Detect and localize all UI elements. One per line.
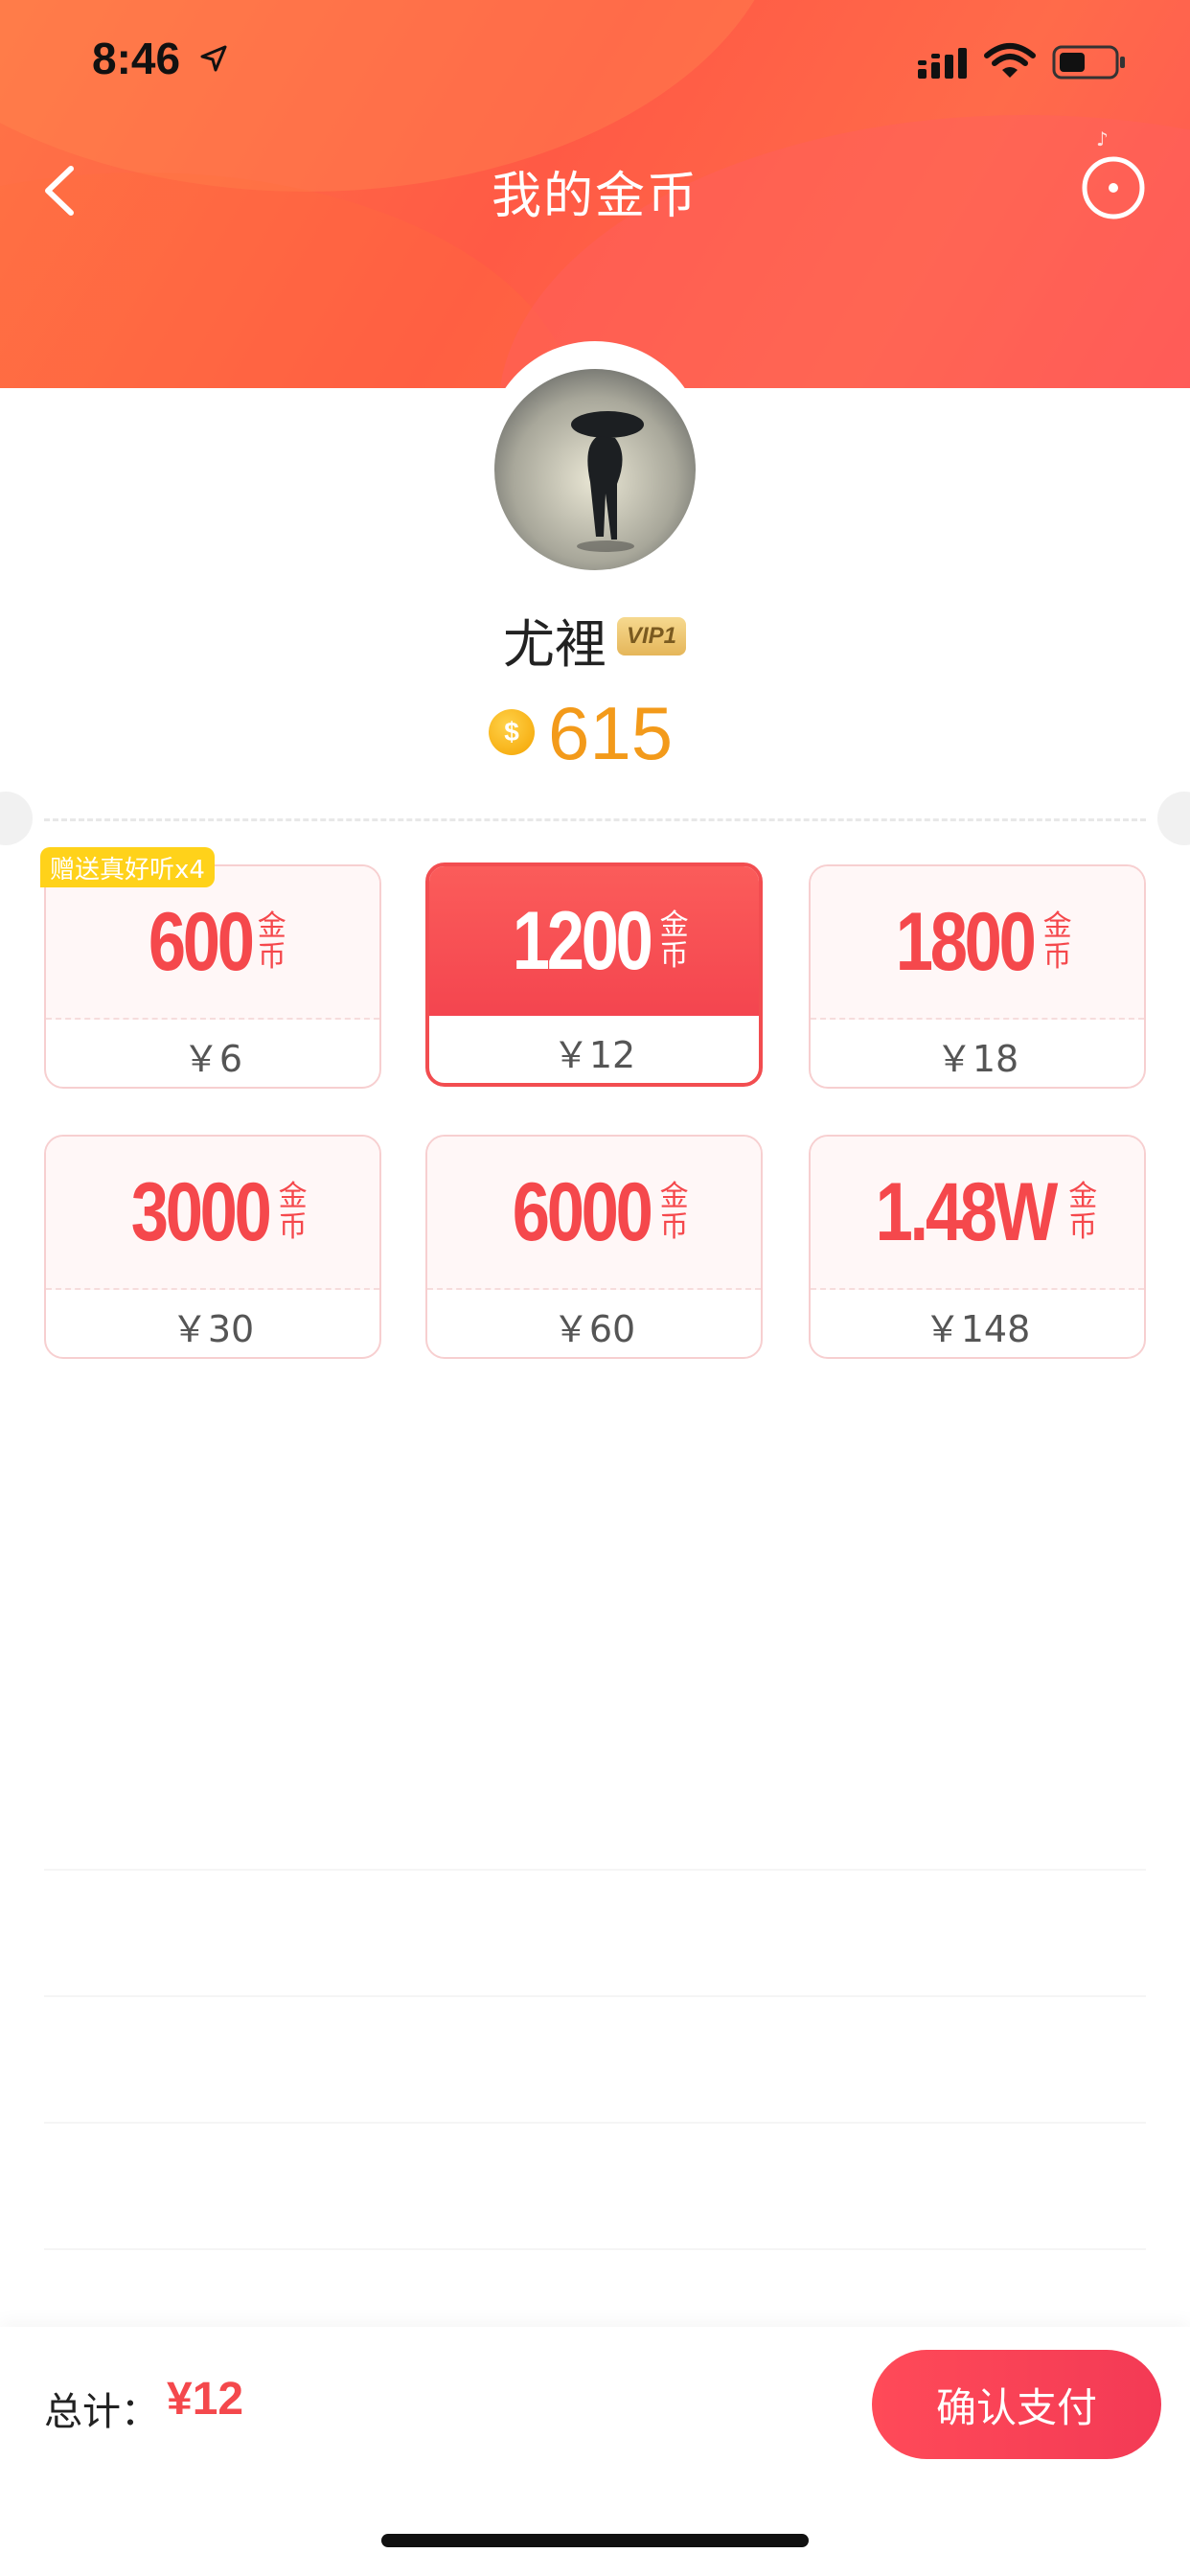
package-amount: 1.48W	[875, 1165, 1058, 1258]
package-price: ￥30	[171, 1307, 255, 1350]
package-amount-area: 600 金币	[46, 866, 379, 1020]
package-price: ￥12	[552, 1033, 636, 1076]
ticket-notch-right	[1157, 792, 1190, 845]
package-card-14800[interactable]: 1.48W 金币 ￥148	[809, 1135, 1146, 1359]
package-price: ￥6	[182, 1037, 243, 1080]
package-amount: 6000	[513, 1165, 653, 1258]
package-price: ￥60	[552, 1307, 636, 1350]
separator-line	[44, 2122, 1146, 2124]
gift-tag: 赠送真好听x4	[40, 847, 215, 887]
coin-balance: 615	[548, 691, 674, 775]
package-unit: 金币	[659, 908, 689, 973]
confirm-pay-button[interactable]: 确认支付	[872, 2350, 1161, 2459]
location-arrow-icon	[200, 45, 227, 72]
total-label: 总计：	[44, 2390, 159, 2434]
wifi-icon	[984, 43, 1036, 78]
package-card-1200[interactable]: 1200 金币 ￥12	[425, 862, 763, 1087]
package-unit: 金币	[1042, 909, 1072, 974]
package-card-1800[interactable]: 1800 金币 ￥18	[809, 864, 1146, 1089]
page-title: 我的金币	[491, 168, 698, 225]
package-card-6000[interactable]: 6000 金币 ￥60	[425, 1135, 763, 1359]
package-unit: 金币	[659, 1180, 689, 1244]
package-price: ￥18	[935, 1037, 1019, 1080]
cellular-signal-icon	[918, 48, 967, 79]
status-time: 8:46	[92, 34, 181, 83]
music-disc-icon[interactable]: ♪	[1064, 125, 1156, 226]
package-amount: 1200	[513, 894, 653, 987]
total-value: ¥12	[167, 2374, 244, 2425]
user-name: 尤裡	[503, 614, 606, 675]
package-card-600[interactable]: 600 金币 ￥6	[44, 864, 381, 1089]
package-amount-area: 1800 金币	[811, 866, 1144, 1020]
package-amount-area: 3000 金币	[46, 1137, 379, 1290]
separator-line	[44, 2248, 1146, 2250]
package-amount: 1800	[896, 895, 1037, 988]
package-unit: 金币	[278, 1180, 308, 1244]
package-unit: 金币	[1068, 1180, 1098, 1244]
package-unit: 金币	[257, 909, 286, 974]
svg-text:♪: ♪	[1096, 127, 1109, 150]
package-card-3000[interactable]: 3000 金币 ￥30	[44, 1135, 381, 1359]
separator-line	[44, 1995, 1146, 1997]
package-amount-area: 1.48W 金币	[811, 1137, 1144, 1290]
dashed-divider	[44, 818, 1146, 821]
package-amount: 3000	[131, 1165, 272, 1258]
vip-badge: VIP1	[617, 617, 686, 656]
separator-line	[44, 1869, 1146, 1871]
avatar-image	[571, 411, 644, 552]
package-amount-area: 1200 金币	[429, 866, 759, 1016]
package-amount-area: 6000 金币	[427, 1137, 761, 1290]
package-amount: 600	[149, 895, 255, 988]
home-indicator	[381, 2534, 809, 2547]
avatar[interactable]	[494, 369, 696, 570]
package-price: ￥148	[924, 1307, 1031, 1350]
ticket-notch-left	[0, 792, 33, 845]
battery-icon	[1052, 45, 1125, 80]
header-banner: 8:46 我的金币 ♪	[0, 0, 1190, 388]
coin-icon: $	[489, 709, 535, 755]
